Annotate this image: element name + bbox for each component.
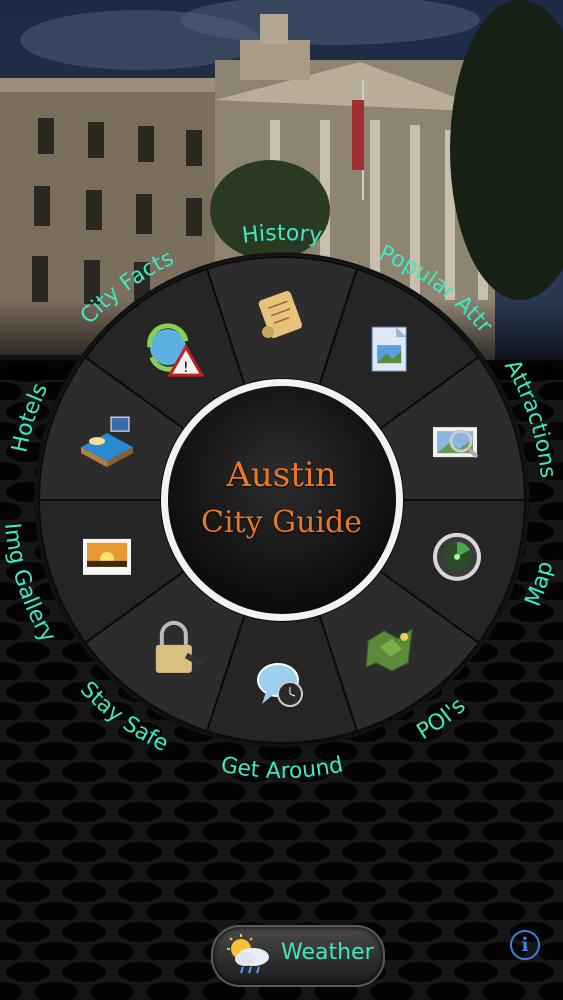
document-image-icon: [371, 326, 407, 372]
sunset-photo-icon: [83, 538, 132, 575]
weather-label: Weather: [281, 940, 374, 965]
svg-text:!: !: [183, 360, 189, 376]
menu-label-history[interactable]: History: [241, 221, 324, 249]
home-screen: History Popular Attr Attractions Map POI's Ge…: [0, 0, 563, 1000]
hub-button[interactable]: [168, 386, 396, 614]
app-title-line1: Austin: [226, 455, 337, 495]
weather-button[interactable]: Weather: [211, 925, 385, 987]
radar-map-icon: [432, 532, 481, 581]
menu-label-get-around[interactable]: Get Around: [219, 752, 346, 784]
magnifier-photo-icon: [432, 427, 479, 459]
app-title-line2: City Guide: [201, 505, 362, 540]
wheel-menu: HistoryPopular AttrAttractionsMapPOI'sGe…: [0, 221, 560, 784]
menu-label-map[interactable]: Map: [521, 559, 559, 610]
info-button[interactable]: i: [510, 930, 540, 960]
sun-cloud-rain-icon: [227, 934, 269, 974]
